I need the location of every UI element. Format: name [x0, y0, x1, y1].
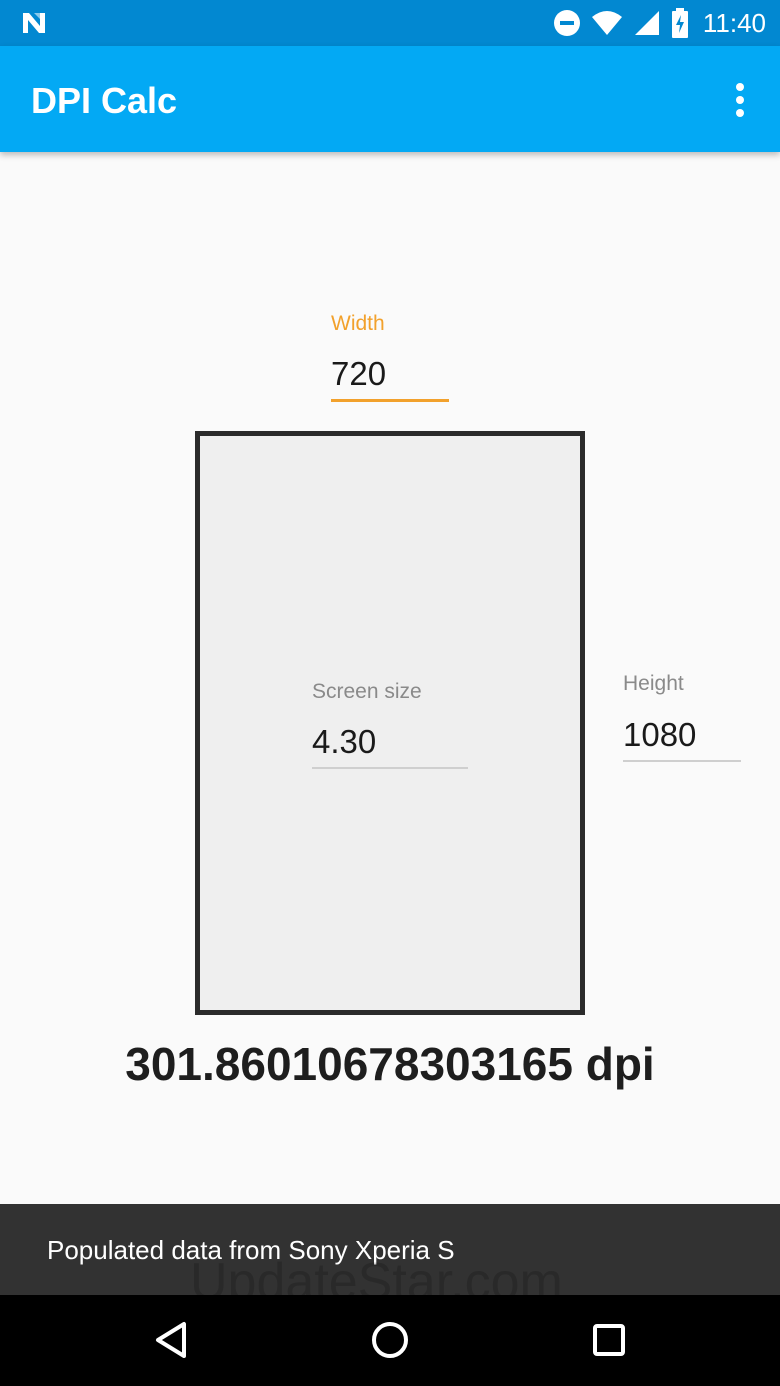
dpi-result: 301.86010678303165 dpi — [125, 1038, 655, 1090]
width-input[interactable] — [331, 352, 449, 396]
height-underline — [623, 760, 741, 762]
screen-size-input[interactable] — [312, 720, 468, 764]
navigation-bar — [0, 1295, 780, 1386]
battery-charging-icon — [671, 8, 688, 38]
height-input[interactable] — [623, 713, 741, 757]
signal-icon — [634, 11, 659, 35]
dnd-icon — [553, 10, 580, 36]
main-content: Width Screen size Height 301.86010678303… — [0, 152, 780, 1204]
recents-icon[interactable] — [586, 1317, 632, 1363]
snackbar: Populated data from Sony Xperia S — [0, 1204, 780, 1295]
notification-n-icon — [23, 13, 45, 33]
screen-size-label: Screen size — [312, 680, 422, 703]
status-time: 11:40 — [702, 7, 766, 38]
app-bar: DPI Calc — [0, 46, 780, 152]
status-bar: 11:40 — [0, 0, 780, 46]
width-label: Width — [331, 312, 385, 335]
back-icon[interactable] — [149, 1317, 195, 1363]
app-title: DPI Calc — [31, 80, 178, 121]
width-underline — [331, 399, 449, 402]
wifi-icon — [591, 11, 622, 35]
height-label: Height — [623, 672, 684, 695]
home-icon[interactable] — [367, 1317, 413, 1363]
screen-size-underline — [312, 767, 468, 769]
snackbar-message: Populated data from Sony Xperia S — [47, 1235, 455, 1265]
more-vert-icon[interactable] — [728, 82, 752, 118]
